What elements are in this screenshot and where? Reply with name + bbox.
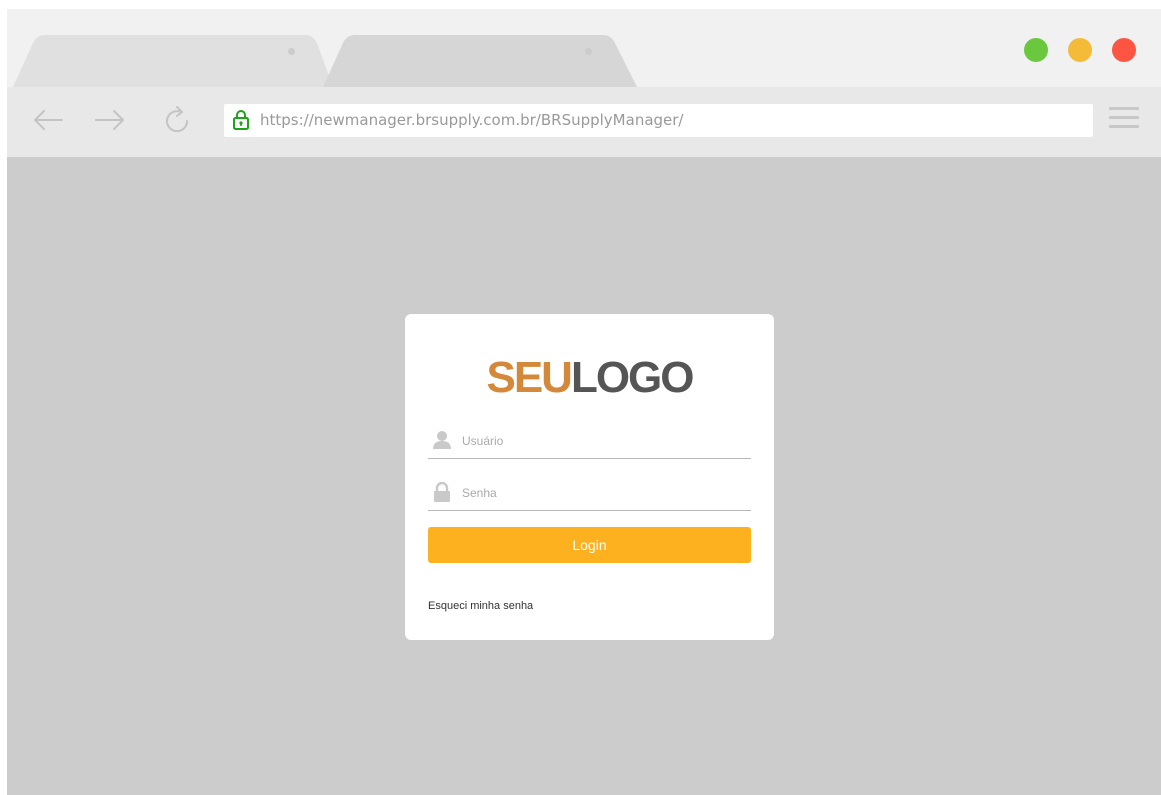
logo-part-logo: LOGO: [570, 353, 695, 402]
logo-part-seu: SEU: [486, 353, 572, 402]
hamburger-menu-icon[interactable]: [1109, 107, 1139, 131]
password-input[interactable]: [462, 482, 742, 504]
reload-icon: [166, 106, 189, 133]
arrow-left-icon: [34, 110, 63, 130]
lock-icon: [233, 110, 249, 130]
tab-close-dot-icon[interactable]: [288, 48, 295, 55]
username-input[interactable]: [462, 430, 742, 452]
window-maximize-button[interactable]: [1068, 38, 1092, 62]
tab-close-dot-icon[interactable]: [585, 48, 592, 55]
reload-button[interactable]: [161, 103, 195, 137]
window-minimize-button[interactable]: [1024, 38, 1048, 62]
browser-window: https://newmanager.brsupply.com.br/BRSup…: [7, 9, 1161, 795]
browser-toolbar: https://newmanager.brsupply.com.br/BRSup…: [7, 87, 1161, 157]
browser-tab-1[interactable]: [13, 35, 333, 87]
browser-tab-2[interactable]: [323, 35, 637, 87]
logo: SEULOGO: [405, 352, 774, 404]
login-card: SEULOGO Login Esqueci minha senha: [405, 314, 774, 640]
padlock-icon: [434, 482, 450, 502]
address-bar[interactable]: https://newmanager.brsupply.com.br/BRSup…: [224, 104, 1093, 137]
forward-button[interactable]: [93, 103, 127, 137]
forgot-password-link[interactable]: Esqueci minha senha: [428, 600, 533, 612]
window-close-button[interactable]: [1112, 38, 1136, 62]
username-field-group: [428, 424, 751, 459]
tab-bar: [7, 9, 1161, 87]
url-text[interactable]: https://newmanager.brsupply.com.br/BRSup…: [260, 111, 684, 129]
back-button[interactable]: [31, 103, 65, 137]
user-icon: [433, 431, 451, 449]
login-button[interactable]: Login: [428, 527, 751, 563]
password-field-group: [428, 476, 751, 511]
arrow-right-icon: [95, 110, 124, 130]
